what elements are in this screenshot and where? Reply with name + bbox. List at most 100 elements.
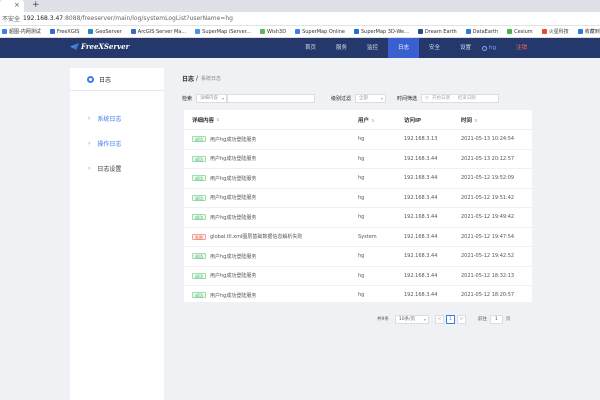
bookmark-icon	[353, 29, 359, 34]
sort-icon[interactable]: ⇅	[216, 117, 219, 122]
goto-page-input[interactable]: 1	[489, 314, 503, 324]
table-row[interactable]: 成功 用户hg成功登陆服务 hg 192.168.3.44 2021-05-12 19:…	[184, 247, 532, 267]
log-icon	[87, 75, 94, 83]
sort-icon[interactable]: ⇅	[371, 118, 374, 123]
nav-item[interactable]: 首页	[295, 38, 326, 58]
address-bar[interactable]: 不安全 192.168.3.47:8088/freeserver/main/lo…	[0, 12, 600, 26]
table-row[interactable]: 成功 用户hg成功登陆服务 hg 192.168.3.44 2021-05-12 19:…	[184, 208, 532, 228]
bookmark-item[interactable]: SuperMap iServer...	[195, 29, 251, 35]
search-input[interactable]	[227, 93, 316, 103]
sidebar: 日志 › 系统日志 › 操作日志 › 日志设置	[70, 68, 164, 400]
column-header-desc[interactable]: 详细内容 ⇅	[184, 116, 358, 124]
status-badge: 失败	[192, 233, 206, 240]
time-filter-label: 时间筛选	[397, 95, 418, 102]
table-row[interactable]: 成功 用户hg成功登陆服务 hg 192.168.3.44 2021-05-12 18:…	[184, 267, 532, 286]
start-date-field[interactable]: 开始日期	[432, 95, 450, 101]
new-tab-icon[interactable]: +	[32, 0, 40, 10]
bookmarks-bar: 超图-内网测试 FreeXGIS GeoServer ArcGIS Server Ma…	[0, 26, 600, 38]
column-header-time[interactable]: 时间 ⇅	[461, 116, 532, 124]
status-badge: 成功	[192, 175, 206, 182]
page-unit-label: 页	[505, 317, 511, 322]
sidebar-item-operation-log[interactable]: › 操作日志	[70, 131, 164, 156]
bookmark-item[interactable]: 超图-内网测试	[2, 28, 41, 35]
cell-user: hg	[358, 292, 365, 299]
bookmark-item[interactable]: Dream Earth	[417, 29, 457, 35]
end-date-field[interactable]: 结束日期	[458, 95, 476, 101]
chevron-down-icon: ▾	[381, 95, 384, 101]
insecure-label: 不安全	[2, 16, 21, 23]
total-count: 共9条	[377, 317, 389, 322]
date-range-picker[interactable]: ◷ 开始日期 - 结束日期	[421, 93, 500, 103]
bookmark-item[interactable]: DataEarth	[465, 29, 498, 35]
status-badge: 成功	[192, 272, 206, 279]
table-row[interactable]: 成功 用户hg成功登陆服务 hg 192.168.3.44 2021-05-12 18:…	[184, 286, 532, 306]
breadcrumb-separator: /	[196, 75, 199, 82]
bookmark-label: ArcGIS Server Ma...	[137, 28, 187, 35]
bookmark-icon	[577, 29, 583, 34]
bookmark-item[interactable]: 收藏到我网站	[577, 28, 600, 35]
app-logo[interactable]: FreeXServer	[70, 42, 129, 51]
browser-tab[interactable]: ×	[0, 0, 24, 12]
bookmark-item[interactable]: GeoServer	[88, 29, 122, 35]
bookmark-item[interactable]: FreeXGIS	[49, 28, 80, 35]
app-top-nav: FreeXServer 首页 服务 监控 日志 安全 设置 hg 注销	[0, 38, 600, 58]
bookmark-icon	[2, 29, 7, 34]
cell-desc: 失败 global.tll.xml图层基础数据信息解析失败	[184, 233, 358, 240]
nav-item[interactable]: 服务	[326, 38, 357, 58]
bookmark-icon	[88, 29, 94, 34]
logo-mark-icon	[70, 43, 79, 50]
bookmark-item[interactable]: Cesium	[507, 29, 533, 35]
page-size-value: 10条/页	[398, 317, 416, 322]
close-icon[interactable]: ×	[14, 1, 20, 9]
page-number[interactable]: 1	[445, 314, 455, 324]
nav-item[interactable]: 设置	[450, 38, 481, 58]
sidebar-header: 日志	[70, 68, 164, 90]
table-row[interactable]: 失败 global.tll.xml图层基础数据信息解析失败 System 192.16…	[184, 228, 532, 247]
nav-menu: 首页 服务 监控 日志 安全 设置	[295, 38, 481, 58]
nav-user[interactable]: hg	[482, 38, 496, 58]
bookmark-item[interactable]: 火星科技	[541, 28, 569, 35]
cell-time: 2021-05-12 19:42:52	[461, 253, 515, 260]
bookmark-item[interactable]: SuperMap Online	[295, 29, 345, 35]
prev-page-button[interactable]: <	[434, 314, 444, 324]
bookmark-item[interactable]: SuperMap 3D-We...	[353, 28, 409, 35]
breadcrumb-section[interactable]: 日志	[182, 74, 194, 83]
cell-ip: 192.168.3.13	[404, 136, 438, 143]
sort-icon[interactable]: ⇅	[474, 118, 477, 123]
level-filter-select[interactable]: 全部 ▾	[355, 93, 387, 103]
log-description: 用户hg成功登陆服务	[210, 195, 257, 202]
page-size-select[interactable]: 10条/页 ▾	[394, 314, 429, 324]
table-row[interactable]: 成功 用户hg成功登陆服务 hg 192.168.3.44 2021-05-12 19:…	[184, 189, 532, 208]
cell-desc: 成功 用户hg成功登陆服务	[184, 253, 358, 260]
cell-time: 2021-05-12 19:51:42	[461, 194, 515, 201]
cell-desc: 成功 用户hg成功登陆服务	[184, 194, 358, 201]
next-page-button[interactable]: >	[456, 314, 466, 324]
bookmark-item[interactable]: ArcGIS Server Ma...	[130, 28, 187, 35]
sidebar-item-system-log[interactable]: › 系统日志	[70, 106, 164, 131]
sidebar-divider	[70, 90, 164, 91]
bookmark-label: SuperMap 3D-We...	[360, 28, 409, 35]
bookmark-icon	[130, 29, 136, 34]
sidebar-item-log-settings[interactable]: › 日志设置	[70, 156, 164, 181]
goto-label: 前往	[477, 317, 487, 322]
column-header-user[interactable]: 用户 ⇅	[358, 116, 404, 124]
cell-desc: 成功 用户hg成功登陆服务	[184, 136, 358, 143]
url-path: :8088/freeserver/main/log/systemLogList?…	[63, 15, 233, 22]
cell-ip: 192.168.3.44	[404, 155, 438, 162]
table-row[interactable]: 成功 用户hg成功登陆服务 hg 192.168.3.44 2021-05-13 20:…	[184, 150, 532, 169]
bookmark-icon	[465, 29, 471, 34]
nav-item[interactable]: 日志	[388, 38, 419, 58]
nav-item[interactable]: 监控	[357, 38, 388, 58]
status-badge: 成功	[192, 253, 206, 260]
bookmark-label: 火星科技	[548, 29, 569, 35]
search-type-select[interactable]: 详细内容 ▾	[196, 93, 228, 103]
table-row[interactable]: 成功 用户hg成功登陆服务 hg 192.168.3.13 2021-05-13 10:…	[184, 130, 532, 150]
nav-item[interactable]: 安全	[419, 38, 450, 58]
table-row[interactable]: 成功 用户hg成功登陆服务 hg 192.168.3.44 2021-05-12 19:…	[184, 169, 532, 189]
bookmark-item[interactable]: Wish3D	[260, 29, 286, 35]
cell-time: 2021-05-13 20:12:57	[461, 155, 515, 162]
status-badge: 成功	[192, 292, 206, 299]
cell-ip: 192.168.3.44	[404, 253, 438, 260]
logout-link[interactable]: 注销	[516, 38, 527, 58]
bookmark-label: FreeXGIS	[56, 28, 80, 35]
